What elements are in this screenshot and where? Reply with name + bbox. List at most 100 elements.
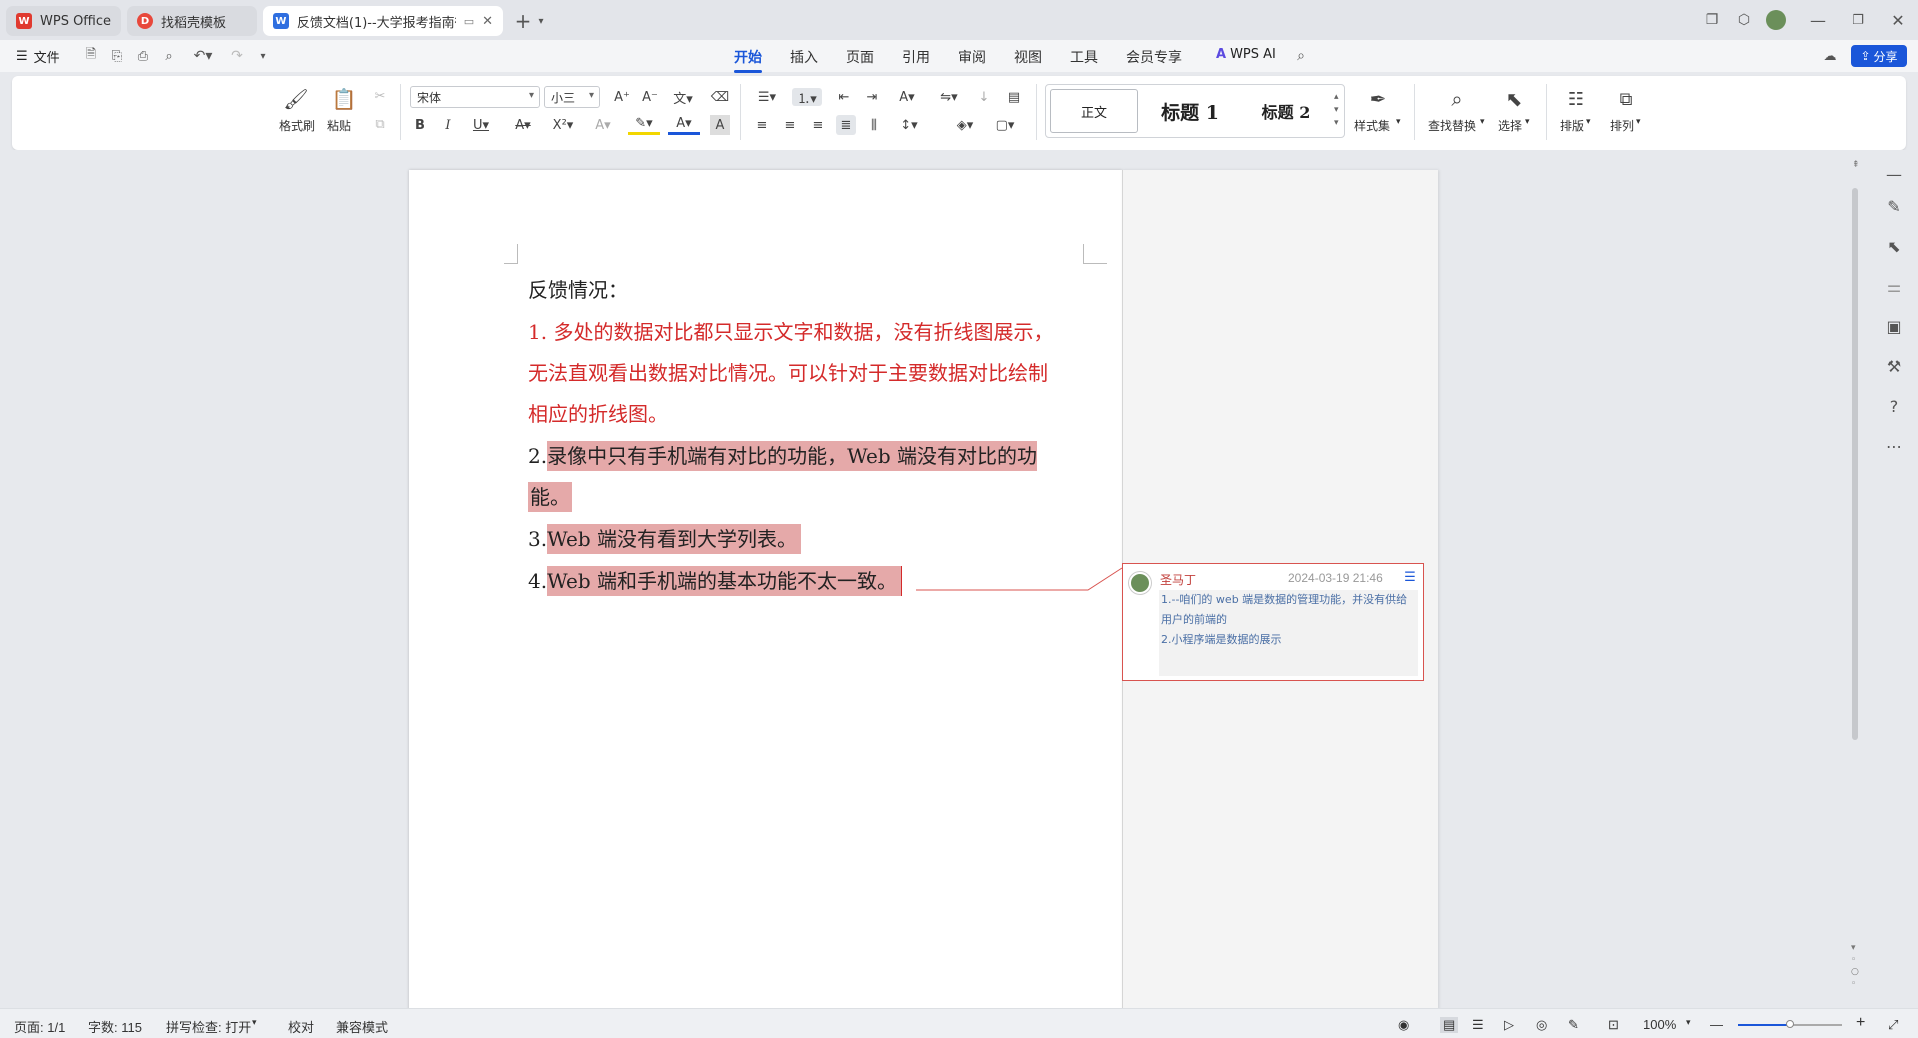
strikethrough-icon[interactable]: A▾ — [508, 115, 538, 135]
font-size-select[interactable]: 小三 ▾ — [544, 86, 600, 108]
page-count[interactable]: 页面: 1/1 — [14, 1017, 65, 1036]
tab-document[interactable]: W 反馈文档(1)--大学报考指南微 ▭ ✕ — [263, 6, 503, 36]
align-center-icon[interactable]: ≡ — [780, 115, 800, 135]
distribute-icon[interactable]: ⫼ — [864, 115, 884, 135]
share-button[interactable]: ⇪ 分享 — [1851, 45, 1907, 67]
pen-view-icon[interactable]: ✎ — [1568, 1017, 1579, 1033]
scroll-nav-icons[interactable]: ▾ ◦ ○ ◦ — [1851, 942, 1859, 990]
zoom-in-icon[interactable]: + — [1856, 1014, 1865, 1032]
zoom-slider-handle[interactable] — [1786, 1020, 1794, 1028]
copy-icon[interactable]: ⧉ — [370, 114, 390, 134]
cut-icon[interactable]: ✂ — [370, 86, 390, 106]
style-heading-1[interactable]: 标题 1 — [1144, 89, 1236, 133]
select-label[interactable]: 选择 — [1498, 117, 1522, 134]
sliders-icon[interactable]: ⚌ — [1884, 276, 1904, 296]
tab-references[interactable]: 引用 — [902, 47, 930, 67]
minimize-icon[interactable]: — — [1808, 10, 1828, 30]
chevron-down-icon[interactable]: ▾ — [534, 12, 548, 30]
font-color-icon[interactable]: A▾ — [668, 115, 700, 135]
web-view-icon[interactable]: ◎ — [1536, 1017, 1547, 1033]
redo-icon[interactable]: ↷ — [228, 47, 246, 65]
style-normal[interactable]: 正文 — [1050, 89, 1138, 133]
tab-wps-office[interactable]: W WPS Office — [6, 6, 121, 36]
text-effect-icon[interactable]: A▾ — [588, 115, 618, 135]
tools-icon[interactable]: ⚒ — [1884, 356, 1904, 376]
style-heading-2[interactable]: 标题 2 — [1240, 89, 1332, 133]
tab-page[interactable]: 页面 — [846, 47, 874, 67]
window-layout-icon[interactable]: ❐ — [1702, 10, 1722, 30]
arrange-icon[interactable]: ⧉ — [1612, 86, 1640, 112]
paste-label[interactable]: 粘贴 — [327, 117, 351, 134]
paste-icon[interactable]: 📋 — [330, 86, 358, 112]
pen-icon[interactable]: ✎ — [1884, 196, 1904, 216]
file-menu[interactable]: ☰ 文件 — [16, 47, 60, 66]
monitor-icon[interactable]: ▭ — [464, 15, 474, 28]
numbered-list-icon[interactable]: ⒈▾ — [792, 88, 822, 107]
close-tab-icon[interactable]: ✕ — [482, 14, 493, 29]
doc-item1-line3[interactable]: 相应的折线图。 — [528, 398, 668, 427]
doc-item3[interactable]: 3.Web 端没有看到大学列表。 — [528, 523, 802, 554]
bold-icon[interactable]: B — [410, 115, 430, 135]
eye-icon[interactable]: ◉ — [1398, 1017, 1409, 1033]
print-icon[interactable]: ⎙ — [134, 47, 152, 65]
italic-icon[interactable]: I — [438, 115, 458, 135]
page-view-icon[interactable]: ▤ — [1440, 1017, 1459, 1033]
comment-menu-icon[interactable]: ☰ — [1399, 568, 1421, 586]
sort-icon[interactable]: ↓ — [974, 88, 994, 106]
word-count[interactable]: 字数: 115 — [88, 1017, 142, 1036]
underline-icon[interactable]: U▾ — [466, 115, 496, 135]
superscript-icon[interactable]: X²▾ — [548, 115, 578, 135]
customize-chevron-icon[interactable]: ▾ — [256, 47, 270, 65]
find-replace-label[interactable]: 查找替换 — [1428, 117, 1476, 134]
zoom-level[interactable]: 100% — [1643, 1017, 1676, 1032]
style-set-label[interactable]: 样式集 — [1354, 117, 1390, 134]
find-replace-icon[interactable]: ⌕ — [1443, 86, 1471, 112]
border-icon[interactable]: ▢▾ — [990, 115, 1020, 135]
arrange-label[interactable]: 排列 — [1610, 117, 1634, 134]
pointer-icon[interactable]: ⬉ — [1884, 236, 1904, 256]
tab-home[interactable]: 开始 — [734, 47, 762, 73]
doc-item2-line1[interactable]: 2.录像中只有手机端有对比的功能，Web 端没有对比的功 — [528, 440, 1038, 471]
style-set-icon[interactable]: ✒ — [1364, 86, 1392, 112]
phonetic-guide-icon[interactable]: 文▾ — [668, 88, 698, 107]
play-icon[interactable]: ▷ — [1504, 1017, 1514, 1033]
vertical-scrollbar[interactable]: ⇞ ▾ ◦ ○ ◦ — [1850, 160, 1860, 1000]
spell-check[interactable]: 拼写检查: 打开 — [166, 1017, 251, 1036]
grow-font-icon[interactable]: A⁺ — [612, 88, 632, 106]
fullscreen-icon[interactable]: ⤢ — [1888, 1017, 1898, 1033]
comment-body[interactable]: 1.--咱们的 web 端是数据的管理功能，并没有供给 用户的前端的 2.小程序… — [1159, 590, 1418, 676]
doc-item1-line1[interactable]: 1. 多处的数据对比都只显示文字和数据，没有折线图展示， — [528, 316, 1053, 345]
show-marks-icon[interactable]: ▤ — [1002, 88, 1026, 106]
more-icon[interactable]: ⋯ — [1884, 436, 1904, 456]
shrink-font-icon[interactable]: A⁻ — [640, 88, 660, 106]
scrollbar-thumb[interactable] — [1852, 188, 1858, 740]
font-name-select[interactable]: 宋体 ▾ — [410, 86, 540, 108]
proofread[interactable]: 校对 — [288, 1017, 314, 1036]
tab-review[interactable]: 审阅 — [958, 47, 986, 67]
highlight-icon[interactable]: ✎▾ — [628, 115, 660, 135]
help-icon[interactable]: ? — [1884, 396, 1904, 416]
print-preview-icon[interactable]: ⌕ — [160, 47, 178, 65]
scroll-top-icon[interactable]: ⇞ — [1852, 160, 1860, 170]
doc-item2-line2[interactable]: 能。 — [528, 481, 572, 512]
layout-icon[interactable]: ☷ — [1562, 86, 1590, 112]
tab-docer-templates[interactable]: D 找稻壳模板 — [127, 6, 257, 36]
cloud-icon[interactable]: ☁ — [1820, 47, 1840, 65]
select-cursor-icon[interactable]: ⬉ — [1500, 86, 1528, 112]
tab-insert[interactable]: 插入 — [790, 47, 818, 67]
clear-format-icon[interactable]: ⌫ — [710, 88, 730, 106]
save-icon[interactable]: 🗎 — [82, 47, 100, 65]
outline-view-icon[interactable]: ☰ — [1472, 1017, 1484, 1033]
align-left-icon[interactable]: ≡ — [752, 115, 772, 135]
text-direction-icon[interactable]: A▾ — [892, 88, 922, 106]
zoom-out-icon[interactable]: — — [1710, 1017, 1723, 1032]
export-pdf-icon[interactable]: ⎘ — [108, 47, 126, 65]
comment-card[interactable]: 圣马丁 2024-03-19 21:46 ☰ 1.--咱们的 web 端是数据的… — [1122, 563, 1424, 681]
increase-indent-icon[interactable]: ⇥ — [862, 88, 882, 106]
tab-view[interactable]: 视图 — [1014, 47, 1042, 67]
justify-icon[interactable]: ≣ — [836, 115, 856, 135]
image-icon[interactable]: ▣ — [1884, 316, 1904, 336]
tab-tools[interactable]: 工具 — [1070, 47, 1098, 67]
align-right-icon[interactable]: ≡ — [808, 115, 828, 135]
avatar[interactable] — [1766, 10, 1786, 30]
